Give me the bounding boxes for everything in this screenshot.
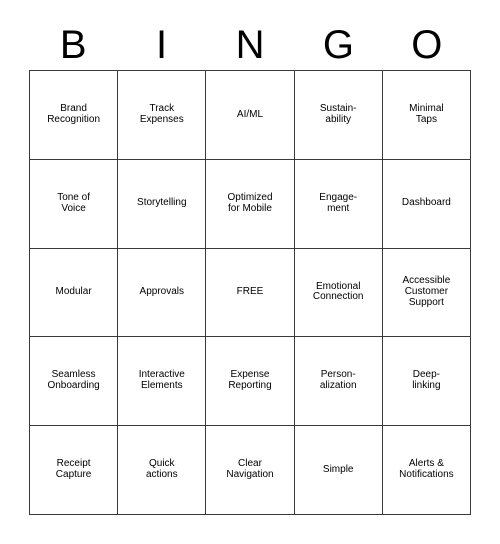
bingo-cell[interactable]: Brand Recognition [30, 71, 119, 160]
bingo-cell-label: Expense Reporting [228, 369, 272, 392]
bingo-cell-label: Person- alization [319, 369, 357, 392]
bingo-cell-label: Deep- linking [412, 369, 441, 392]
bingo-header-letter-i: I [156, 23, 168, 67]
bingo-cell[interactable]: Dashboard [382, 159, 471, 249]
bingo-header-letter-g: G [322, 23, 354, 67]
bingo-cell[interactable]: Person- alization [294, 337, 383, 427]
bingo-card: B I N G O Brand Recognition Track Expens… [0, 0, 500, 544]
bingo-cell-label: Interactive Elements [138, 369, 185, 392]
bingo-cell-label: Alerts & Notifications [399, 458, 454, 481]
bingo-cell-label: Modular [55, 286, 92, 298]
bingo-cell-label: Approvals [139, 286, 185, 298]
bingo-cell-label: FREE [236, 286, 264, 298]
bingo-cell-label: Track Expenses [139, 103, 184, 125]
bingo-header: B I N G O [29, 20, 471, 70]
bingo-cell[interactable]: AI/ML [206, 71, 295, 160]
bingo-cell[interactable]: Expense Reporting [206, 337, 295, 427]
bingo-cell[interactable]: Seamless Onboarding [30, 337, 119, 427]
bingo-cell-label: Clear Navigation [226, 458, 274, 481]
bingo-grid: Brand Recognition Track Expenses AI/ML S… [29, 70, 471, 515]
bingo-cell[interactable]: Sustain- ability [294, 71, 383, 160]
bingo-cell-label: Emotional Connection [312, 280, 364, 303]
bingo-header-letter-o: O [411, 23, 443, 67]
bingo-cell[interactable]: Minimal Taps [382, 71, 471, 160]
bingo-cell[interactable]: Accessible Customer Support [382, 248, 471, 338]
bingo-cell[interactable]: Track Expenses [118, 71, 207, 160]
bingo-header-letter-b: B [59, 23, 87, 67]
bingo-cell-free[interactable]: FREE [206, 248, 295, 338]
bingo-cell[interactable]: Alerts & Notifications [382, 426, 471, 515]
bingo-cell-label: Optimized for Mobile [227, 191, 273, 214]
bingo-cell-label: AI/ML [236, 108, 264, 120]
bingo-cell-label: Simple [322, 463, 354, 475]
bingo-cell-label: Sustain- ability [319, 103, 357, 125]
bingo-cell[interactable]: Optimized for Mobile [206, 159, 295, 249]
bingo-cell-label: Minimal Taps [409, 103, 444, 125]
bingo-cell[interactable]: Tone of Voice [30, 159, 119, 249]
bingo-cell-label: Storytelling [137, 197, 187, 209]
bingo-cell[interactable]: Approvals [118, 248, 207, 338]
bingo-cell-label: Brand Recognition [47, 103, 100, 125]
bingo-cell-label: Seamless Onboarding [47, 369, 100, 392]
bingo-cell-label: Dashboard [401, 197, 451, 209]
bingo-header-letter-n: N [235, 23, 265, 67]
bingo-cell[interactable]: Emotional Connection [294, 248, 383, 338]
bingo-cell-label: Tone of Voice [57, 191, 90, 214]
bingo-cell[interactable]: Clear Navigation [206, 426, 295, 515]
bingo-cell[interactable]: Interactive Elements [118, 337, 207, 427]
bingo-cell[interactable]: Receipt Capture [30, 426, 119, 515]
bingo-cell-label: Receipt Capture [55, 458, 92, 481]
bingo-cell[interactable]: Deep- linking [382, 337, 471, 427]
bingo-cell[interactable]: Engage- ment [294, 159, 383, 249]
bingo-cell[interactable]: Quick actions [118, 426, 207, 515]
bingo-cell-label: Quick actions [145, 458, 178, 481]
bingo-cell[interactable]: Simple [294, 426, 383, 515]
bingo-cell[interactable]: Storytelling [118, 159, 207, 249]
bingo-cell-label: Accessible Customer Support [402, 275, 451, 308]
bingo-cell[interactable]: Modular [30, 248, 119, 338]
bingo-cell-label: Engage- ment [319, 191, 358, 214]
